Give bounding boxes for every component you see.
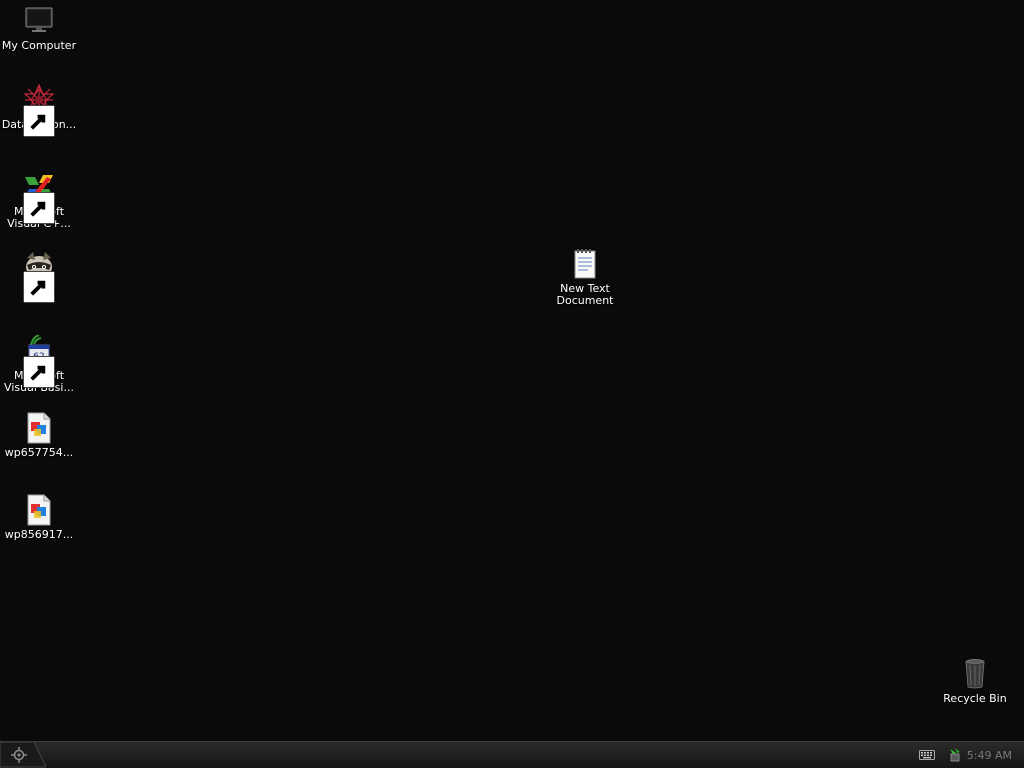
mypal-shortcut[interactable]: Mypal <box>0 250 78 303</box>
icon-label: My Computer <box>1 39 77 52</box>
image-file-wp657754[interactable]: wp657754... <box>0 412 78 459</box>
computer-icon <box>23 5 55 37</box>
taskbar: 5:49 AM <box>0 741 1024 768</box>
recycle-bin-icon <box>959 658 991 690</box>
icon-label: New Text Document <box>556 282 614 307</box>
visual-cpp-icon <box>23 171 55 224</box>
datawagon-icon <box>23 84 55 137</box>
icon-label: Recycle Bin <box>943 692 1007 705</box>
text-document-icon <box>569 248 601 280</box>
start-button[interactable] <box>0 742 46 768</box>
image-file-icon <box>23 494 55 526</box>
shortcut-arrow-icon <box>23 356 55 388</box>
clock[interactable]: 5:49 AM <box>967 749 1012 762</box>
shortcut-arrow-icon <box>23 192 55 224</box>
visual-cpp-shortcut[interactable]: Microsoft Visual C+... <box>0 171 78 230</box>
new-text-document-file[interactable]: New Text Document <box>546 248 624 307</box>
system-tray: 5:49 AM <box>918 742 1024 768</box>
keyboard-icon[interactable] <box>918 749 935 761</box>
shortcut-arrow-icon <box>23 271 55 303</box>
visual-basic-icon: 62 <box>23 335 55 388</box>
datawagon-shortcut[interactable]: DataWagon... <box>0 84 78 137</box>
image-file-icon <box>23 412 55 444</box>
mypal-icon <box>23 250 55 303</box>
start-menu-icon <box>0 742 46 768</box>
my-computer-shortcut[interactable]: My Computer <box>0 5 78 52</box>
image-file-wp856917[interactable]: wp856917... <box>0 494 78 541</box>
recycle-bin-shortcut[interactable]: Recycle Bin <box>936 658 1014 705</box>
shortcut-arrow-icon <box>23 105 55 137</box>
icon-label: wp657754... <box>4 446 74 459</box>
icon-label: wp856917... <box>4 528 74 541</box>
network-icon[interactable] <box>947 747 963 763</box>
desktop[interactable]: My Computer DataWagon... <box>0 0 1024 741</box>
visual-basic-shortcut[interactable]: 62 Microsoft Visual Basi... <box>0 335 78 394</box>
